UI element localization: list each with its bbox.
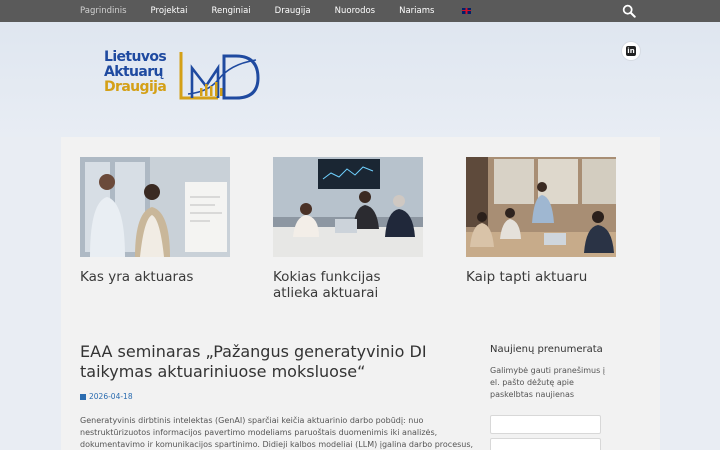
nav-item-projektai[interactable]: Projektai xyxy=(139,0,200,22)
logo-wordmark: Lietuvos Aktuarų Draugija xyxy=(104,49,167,95)
card-kokias-funkcijas[interactable]: Kokias funkcijas atlieka aktuarai xyxy=(273,157,423,301)
top-navigation: Pagrindinis Projektai Renginiai Draugija… xyxy=(0,0,720,22)
logo-line-1: Lietuvos xyxy=(104,49,167,65)
linkedin-button[interactable]: in xyxy=(622,42,640,60)
site-header: Lietuvos Aktuarų Draugija in xyxy=(0,22,720,137)
search-icon[interactable] xyxy=(622,4,636,18)
card-title: Kokias funkcijas atlieka aktuarai xyxy=(273,269,381,301)
newsletter-description: Galimybė gauti pranešimus į el. pašto dė… xyxy=(490,366,606,399)
site-logo[interactable]: Lietuvos Aktuarų Draugija xyxy=(104,50,264,106)
logo-mark-icon xyxy=(179,52,260,100)
newsletter-input-2[interactable] xyxy=(490,438,601,450)
nav-item-renginiai[interactable]: Renginiai xyxy=(199,0,262,22)
logo-line-2: Aktuarų xyxy=(104,64,164,80)
nav-item-draugija[interactable]: Draugija xyxy=(263,0,323,22)
logo-line-3: Draugija xyxy=(104,79,167,95)
newsletter-title: Naujienų prenumerata xyxy=(490,344,603,355)
card-image-whiteboard-meeting xyxy=(80,157,230,257)
card-title: Kaip tapti aktuaru xyxy=(466,269,588,285)
article-date: 2026-04-18 xyxy=(80,392,475,401)
uk-flag-icon xyxy=(462,7,472,14)
nav-item-pagrindinis[interactable]: Pagrindinis xyxy=(0,0,139,22)
article-title[interactable]: EAA seminaras „Pažangus generatyvinio DI… xyxy=(80,342,475,382)
article-date-text: 2026-04-18 xyxy=(89,392,133,401)
newsletter-widget: Naujienų prenumerata Galimybė gauti pran… xyxy=(490,344,615,450)
language-switch[interactable] xyxy=(446,0,483,22)
article-excerpt: Generatyvinis dirbtinis intelektas (GenA… xyxy=(80,416,474,449)
nav-item-nariams[interactable]: Nariams xyxy=(387,0,446,22)
card-kas-yra-aktuaras[interactable]: Kas yra aktuaras xyxy=(80,157,230,285)
card-image-classroom xyxy=(466,157,616,257)
calendar-icon xyxy=(80,393,86,400)
card-kaip-tapti-aktuaru[interactable]: Kaip tapti aktuaru xyxy=(466,157,616,285)
card-image-office-meeting xyxy=(273,157,423,257)
content-panel: Kas yra aktuaras Kokias funkcijas atliek… xyxy=(61,137,660,450)
card-title: Kas yra aktuaras xyxy=(80,269,194,285)
latest-article: EAA seminaras „Pažangus generatyvinio DI… xyxy=(80,342,475,450)
nav-item-nuorodos[interactable]: Nuorodos xyxy=(323,0,387,22)
linkedin-icon: in xyxy=(626,46,636,56)
newsletter-input-1[interactable] xyxy=(490,415,601,434)
